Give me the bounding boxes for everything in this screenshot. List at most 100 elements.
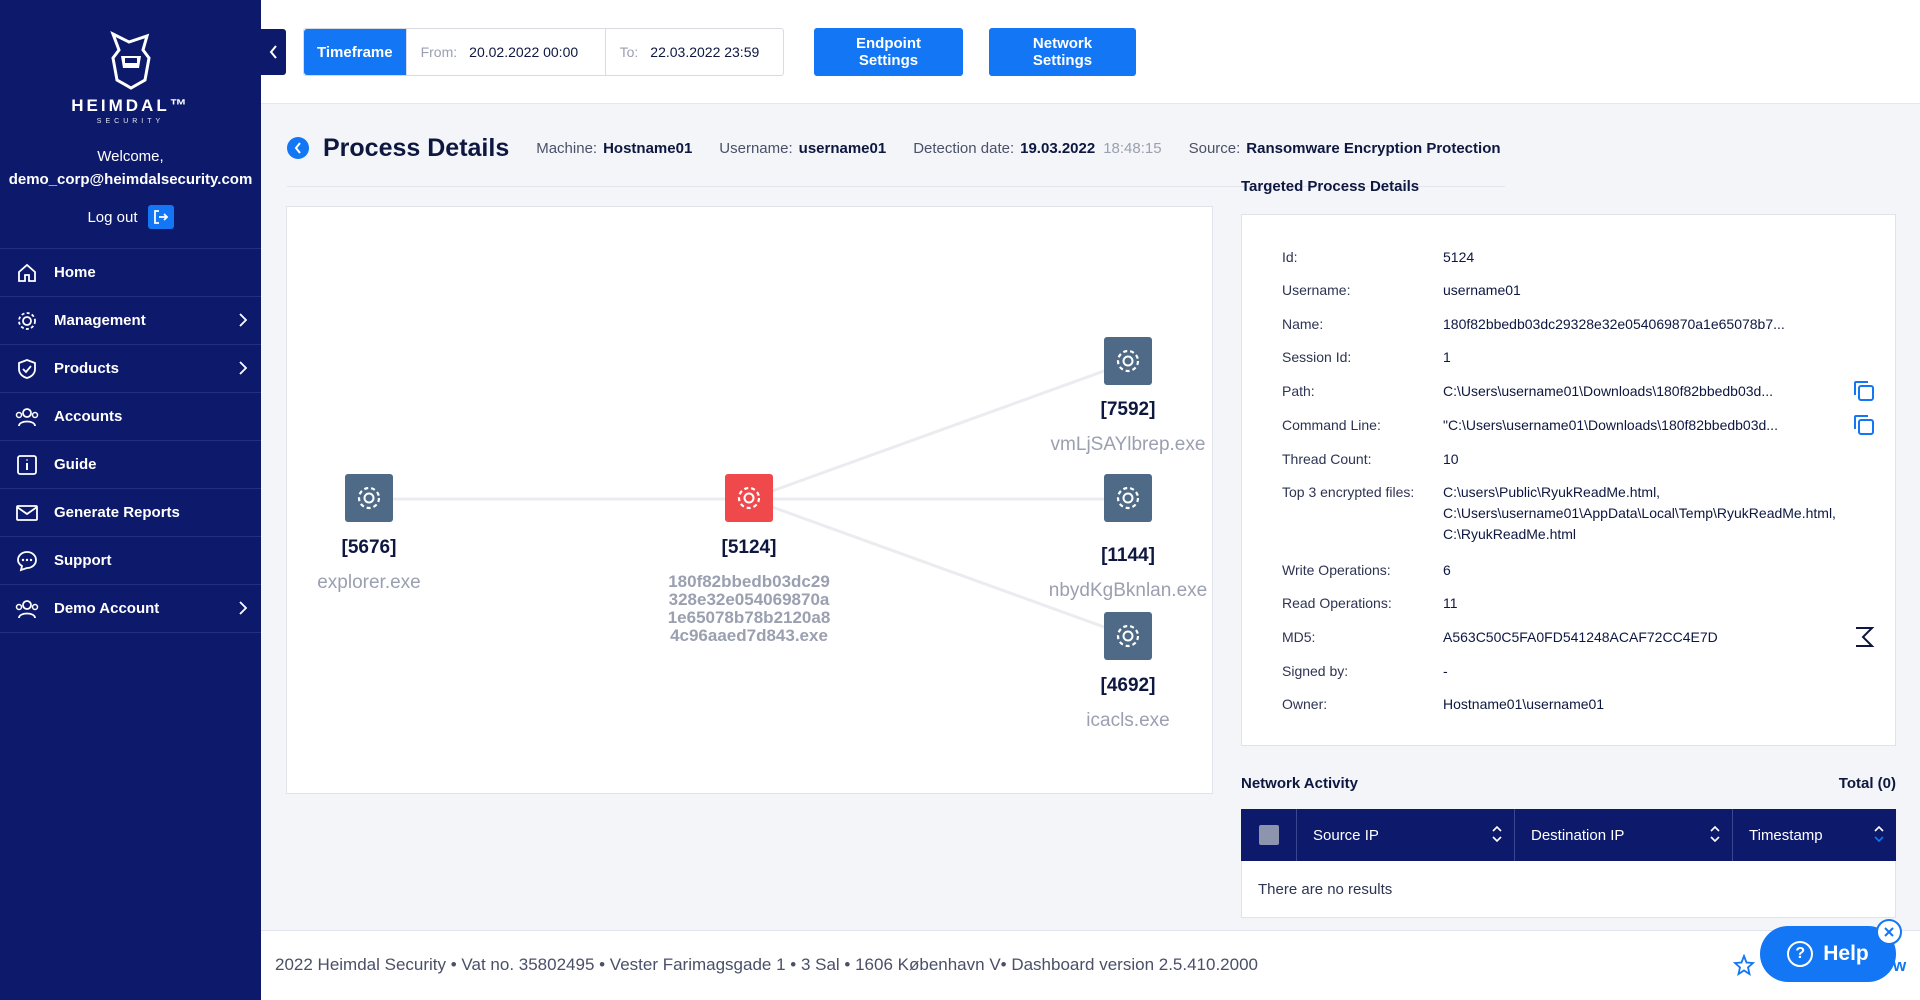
process-name: vmLjSAYlbrep.exe — [1050, 434, 1206, 455]
chat-icon — [14, 548, 40, 574]
detail-key: MD5: — [1282, 629, 1316, 645]
detail-key: Owner: — [1282, 696, 1328, 712]
copy-icon[interactable] — [1852, 413, 1876, 437]
machine-value: Hostname01 — [603, 139, 693, 157]
copy-icon[interactable] — [1852, 379, 1876, 403]
gear-icon — [357, 486, 381, 510]
column-destination-ip[interactable]: Destination IP — [1515, 809, 1733, 861]
detail-key: Username: — [1282, 282, 1351, 298]
back-button[interactable] — [287, 137, 309, 159]
star-icon[interactable] — [1733, 954, 1755, 976]
network-table-header: Source IP Destination IP Timestamp — [1241, 809, 1896, 861]
column-timestamp[interactable]: Timestamp — [1733, 809, 1896, 861]
sidebar-item-label: Generate Reports — [54, 504, 180, 521]
sidebar-item-support[interactable]: Support — [0, 537, 261, 585]
network-total: Total (0) — [1838, 775, 1896, 792]
home-icon — [14, 260, 40, 286]
chevron-left-icon — [269, 45, 277, 59]
timeframe-picker[interactable]: Timeframe From: 20.02.2022 00:00 To: 22.… — [303, 28, 784, 76]
machine-meta: Machine: Hostname01 — [536, 140, 692, 157]
sidebar-item-products[interactable]: Products — [0, 345, 261, 393]
column-label: Source IP — [1313, 826, 1379, 844]
process-id: [5124] — [721, 537, 777, 558]
sigma-icon[interactable] — [1852, 625, 1876, 649]
process-node-parent[interactable] — [345, 474, 393, 522]
chevron-right-icon — [239, 601, 247, 615]
sidebar-item-label: Support — [54, 552, 112, 569]
username-value: username01 — [798, 139, 887, 157]
sidebar-item-management[interactable]: Management — [0, 297, 261, 345]
brand-subtitle: SECURITY — [96, 118, 165, 125]
process-node-child[interactable] — [1104, 474, 1152, 522]
details-panel: Id: 5124 Username: username01 Name: 180f82b… — [1241, 214, 1896, 746]
gear-icon — [14, 308, 40, 334]
detection-time: 18:48:15 — [1103, 139, 1162, 157]
process-name: explorer.exe — [317, 572, 421, 593]
process-node-child[interactable] — [1104, 337, 1152, 385]
network-empty-state: There are no results — [1241, 861, 1896, 918]
users-icon — [14, 596, 40, 622]
endpoint-settings-button[interactable]: Endpoint Settings — [814, 28, 963, 76]
detail-value: C:\Users\username01\Downloads\180f82bbed… — [1443, 383, 1773, 399]
detail-value: username01 — [1443, 282, 1521, 298]
detail-value: 5124 — [1443, 249, 1475, 265]
username-meta: Username: username01 — [719, 140, 886, 157]
logout-link[interactable]: Log out — [0, 204, 261, 230]
logout-icon[interactable] — [147, 205, 174, 229]
from-label: From: — [420, 44, 458, 60]
detail-value: C:\RyukReadMe.html — [1443, 526, 1577, 542]
chevron-right-icon — [239, 361, 247, 375]
sidebar-collapse-button[interactable] — [261, 29, 286, 75]
machine-label: Machine: — [536, 139, 598, 157]
detail-value: 11 — [1443, 595, 1458, 611]
footer-text: 2022 Heimdal Security • Vat no. 35802495… — [275, 955, 1259, 974]
detail-key: Name: — [1282, 316, 1324, 332]
logo[interactable]: HEIMDAL™ SECURITY — [0, 0, 261, 130]
column-label: Destination IP — [1531, 826, 1625, 844]
process-node-target[interactable] — [725, 474, 773, 522]
column-label: Timestamp — [1749, 826, 1823, 844]
detail-value: 10 — [1443, 451, 1459, 467]
sidebar-item-label: Products — [54, 360, 120, 377]
sidebar-item-accounts[interactable]: Accounts — [0, 393, 261, 441]
network-activity-title: Network Activity — [1241, 775, 1358, 792]
process-id: [7592] — [1100, 399, 1156, 420]
to-date-field[interactable]: To: 22.03.2022 23:59 — [604, 29, 783, 75]
detection-label: Detection date: — [913, 139, 1015, 157]
detail-key: Id: — [1282, 249, 1298, 265]
detail-value: 1 — [1443, 349, 1451, 365]
detection-meta: Detection date: 19.03.2022 18:48:15 — [913, 140, 1161, 157]
detail-value: 180f82bbedb03dc29328e32e054069870a1e6507… — [1443, 316, 1785, 332]
detail-value: - — [1443, 663, 1448, 679]
edge-target-child-1 — [749, 360, 1130, 501]
select-all-cell — [1241, 809, 1297, 861]
from-date-field[interactable]: From: 20.02.2022 00:00 — [405, 29, 605, 75]
process-id: [5676] — [341, 537, 397, 558]
close-help-button[interactable] — [1876, 919, 1902, 945]
source-value: Ransomware Encryption Protection — [1246, 139, 1501, 157]
footer: 2022 Heimdal Security • Vat no. 35802495… — [261, 930, 1920, 1000]
sort-icon — [1710, 825, 1720, 843]
sidebar-item-demo-account[interactable]: Demo Account — [0, 585, 261, 633]
gear-icon — [1116, 349, 1140, 373]
select-all-checkbox[interactable] — [1259, 825, 1279, 845]
shield-icon — [14, 356, 40, 382]
process-node-child[interactable] — [1104, 612, 1152, 660]
heimdal-helmet-icon — [109, 30, 151, 90]
sidebar-item-guide[interactable]: Guide — [0, 441, 261, 489]
detail-key: Read Operations: — [1282, 595, 1392, 611]
gear-icon — [1116, 486, 1140, 510]
process-name: nbydKgBknlan.exe — [1048, 580, 1208, 601]
detail-key: Path: — [1282, 383, 1315, 399]
sidebar-item-generate-reports[interactable]: Generate Reports — [0, 489, 261, 537]
sidebar-item-label: Demo Account — [54, 600, 160, 617]
username-label: Username: — [719, 139, 793, 157]
process-name: icacls.exe — [1086, 710, 1170, 731]
sidebar-item-home[interactable]: Home — [0, 249, 261, 297]
column-source-ip[interactable]: Source IP — [1297, 809, 1515, 861]
detail-value: 6 — [1443, 562, 1451, 578]
network-settings-button[interactable]: Network Settings — [989, 28, 1136, 76]
timeframe-label[interactable]: Timeframe — [304, 29, 406, 75]
user-email: demo_corp@heimdalsecurity.com — [8, 171, 253, 188]
from-value: 20.02.2022 00:00 — [469, 44, 579, 60]
